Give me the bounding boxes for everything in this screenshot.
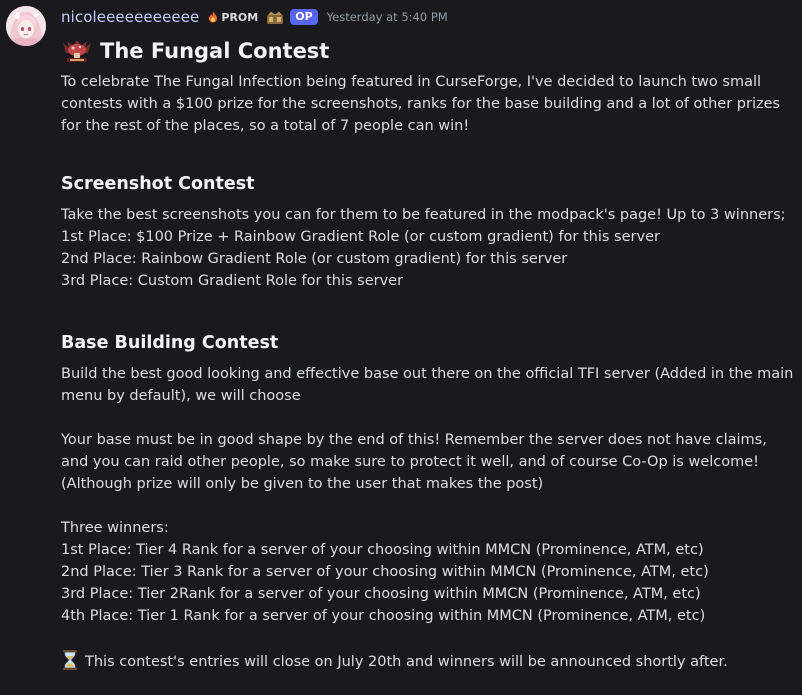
screenshot-contest-line: 3rd Place: Custom Gradient Role for this… (61, 273, 404, 289)
post-title: The Fungal Contest (61, 36, 796, 66)
screenshot-contest-line: 1st Place: $100 Prize + Rainbow Gradient… (61, 229, 660, 245)
closing-text: This contest's entries will close on Jul… (85, 654, 728, 670)
flame-icon (209, 11, 218, 23)
screenshot-contest-line: Take the best screenshots you can for th… (61, 207, 786, 223)
base-contest-place: 3rd Place: Tier 2Rank for a server of yo… (61, 586, 701, 602)
intro-paragraph: To celebrate The Fungal Infection being … (61, 74, 781, 134)
op-badge: OP (290, 9, 318, 25)
message-content: The Fungal Contest To celebrate The Fung… (61, 36, 796, 673)
mushroom-emblem-icon (61, 39, 93, 63)
base-contest-place: 2nd Place: Tier 3 Rank for a server of y… (61, 564, 709, 580)
base-contest-heading: Base Building Contest (61, 333, 279, 353)
message-header: nicoleeeeeeeeeee PROM OP Yesterday at 5:… (61, 6, 448, 28)
badge-icon[interactable] (266, 10, 284, 24)
timestamp[interactable]: Yesterday at 5:40 PM (327, 10, 448, 24)
username[interactable]: nicoleeeeeeeeeee (61, 8, 199, 26)
winners-label: Three winners: (61, 520, 169, 536)
closing-line: This contest's entries will close on Jul… (61, 649, 796, 673)
base-contest-place: 4th Place: Tier 1 Rank for a server of y… (61, 608, 706, 624)
base-contest-intro: Build the best good looking and effectiv… (61, 366, 794, 404)
forum-post: nicoleeeeeeeeeee PROM OP Yesterday at 5:… (0, 0, 802, 695)
role-tag-label: PROM (221, 10, 259, 24)
avatar[interactable] (6, 6, 46, 46)
role-tag[interactable]: PROM (207, 11, 258, 24)
base-contest-place: 1st Place: Tier 4 Rank for a server of y… (61, 542, 704, 558)
hourglass-icon (61, 649, 79, 671)
screenshot-contest-line: 2nd Place: Rainbow Gradient Role (or cus… (61, 251, 568, 267)
screenshot-contest-heading: Screenshot Contest (61, 174, 255, 194)
base-contest-rules: Your base must be in good shape by the e… (61, 432, 767, 492)
post-title-text: The Fungal Contest (100, 39, 330, 63)
